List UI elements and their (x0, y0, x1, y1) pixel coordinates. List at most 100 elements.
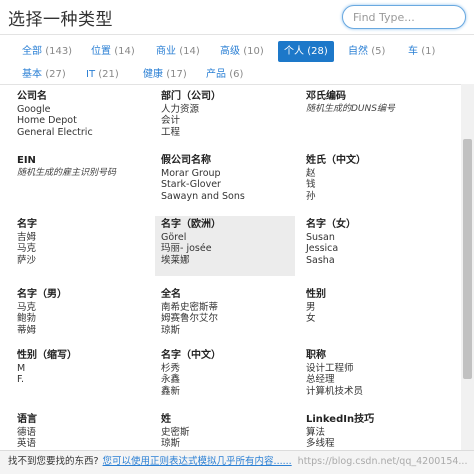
type-card-example: F. (17, 374, 24, 386)
type-card[interactable]: 名字（欧洲） Görel 玛丽- josée 埃莱娜 (155, 216, 295, 276)
filter-chip-all[interactable]: 全部 (143) (16, 41, 78, 62)
type-card-title: 名字（中文） (161, 350, 221, 361)
type-card-example: 马克 (17, 302, 37, 313)
type-card[interactable]: 公司名 Google Home Depot General Electric (17, 88, 157, 138)
type-card-title: 公司名 (17, 91, 47, 102)
type-card[interactable]: 名字 吉姆 马克 萨沙 (17, 216, 157, 266)
type-card-example: 随机生成的雇主识别号码 (17, 168, 117, 178)
type-card-example: 随机生成的DUNS编号 (306, 104, 395, 114)
type-card[interactable]: 邓氏编码 随机生成的DUNS编号 (306, 88, 446, 115)
type-card-example: 马克 (17, 243, 37, 255)
type-card[interactable]: 名字（女） Susan Jessica Sasha (306, 216, 446, 266)
type-card-title: 假公司名称 (161, 155, 211, 166)
filter-chip-label: 商业 (156, 46, 176, 57)
filter-chip-count: (10) (243, 46, 264, 57)
type-card-title: 职称 (306, 350, 326, 361)
type-card-example: 埃莱娜 (161, 254, 190, 266)
type-card-example: 琼斯 (161, 438, 181, 450)
search-box[interactable] (342, 5, 466, 29)
filter-chip-label: IT (86, 69, 96, 80)
filter-chip-count: (1) (421, 46, 436, 57)
type-card-title: 姓氏（中文） (306, 155, 366, 166)
dialog-header: 选择一种类型 (0, 0, 474, 34)
type-grid: 公司名 Google Home Depot General Electric 部门（公司… (0, 84, 461, 450)
type-card-example: 德语 (17, 427, 37, 438)
filter-chip-count: (143) (45, 46, 73, 57)
type-card[interactable]: 语言 德语 英语 (17, 411, 157, 450)
type-card[interactable]: 性别（缩写） M F. (17, 347, 157, 386)
type-card[interactable]: 假公司名称 Morar Group Stark-Glover Sawayn and S… (161, 152, 301, 202)
filter-chip-label: 高级 (220, 46, 240, 57)
filter-chip-product[interactable]: 产品 (6) (200, 64, 249, 85)
type-card-example: 工程 (161, 126, 181, 138)
scrollbar-thumb[interactable] (463, 139, 472, 379)
type-card-example: M (17, 363, 26, 374)
type-card[interactable]: 全名 南希史密斯蒂 姆赛鲁尔艾尔 琼斯 (161, 286, 301, 336)
type-card-example: Sasha (306, 254, 335, 266)
type-card-example: 算法 (306, 427, 326, 438)
type-card[interactable]: 部门（公司） 人力资源 会计 工程 (161, 88, 301, 138)
filter-chip-advanced[interactable]: 高级 (10) (214, 41, 270, 62)
type-card-title: 性别 (306, 289, 326, 300)
filter-chip-personal[interactable]: 个人 (28) (278, 41, 334, 62)
type-card[interactable]: 姓氏（中文） 赵钱孙 (306, 152, 446, 202)
filter-chip-label: 产品 (206, 69, 226, 80)
type-card-example: Görel (161, 232, 187, 243)
type-card-title: 名字 (17, 219, 37, 230)
type-card-example: 玛丽- josée (161, 243, 212, 255)
filter-chip-label: 位置 (91, 46, 111, 57)
watermark-text: https://blog.csdn.net/qq_4200154... (297, 456, 468, 467)
type-card-example: 史密斯 (161, 427, 190, 438)
type-card[interactable]: 名字（男） 马克 鲍勃 蒂姆 (17, 286, 157, 336)
type-card[interactable]: 名字（中文） 杉秀 永鑫 鑫新 (161, 347, 301, 397)
type-card-example: General Electric (17, 126, 93, 138)
type-card-example: Jessica (306, 243, 339, 255)
type-card-example: Morar Group (161, 168, 221, 179)
type-card-example: 多线程 (306, 438, 335, 450)
footer-question: 找不到您要找的东西? (8, 456, 99, 467)
type-card[interactable]: EIN 随机生成的雇主识别号码 (17, 152, 157, 179)
type-card-example: 琼斯 (161, 324, 181, 336)
filter-chip-label: 个人 (284, 46, 304, 57)
type-card-example: 计算机技术员 (306, 385, 364, 397)
type-card-example: 南希史密斯蒂 (161, 302, 219, 313)
type-card-example: 会计 (161, 115, 181, 127)
filter-chip-count: (5) (371, 46, 386, 57)
type-card-example: Sawayn and Sons (161, 190, 245, 202)
filter-chip-health[interactable]: 健康 (17) (137, 64, 193, 85)
filter-chip-car[interactable]: 车 (1) (402, 41, 441, 62)
type-card-example: 萨沙 (17, 254, 37, 266)
type-card-example: 赵 (306, 168, 316, 179)
type-card[interactable]: LinkedIn技巧 算法 多线程 (306, 411, 446, 450)
type-card-example: Google (17, 104, 51, 115)
type-card[interactable]: 性别男女 (306, 286, 446, 325)
type-card[interactable]: 职称 设计工程师 总经理 计算机技术员 (306, 347, 446, 397)
filter-chip-location[interactable]: 位置 (14) (85, 41, 141, 62)
dialog-title: 选择一种类型 (8, 10, 113, 30)
filter-chip-label: 全部 (22, 46, 42, 57)
filter-chip-count: (14) (114, 46, 135, 57)
type-card-title: 部门（公司） (161, 91, 221, 102)
regex-help-link[interactable]: 您可以使用正则表达式模拟几乎所有内容...... (103, 456, 292, 467)
type-card[interactable]: 姓史密斯 琼斯 (161, 411, 301, 450)
type-card-title: 语言 (17, 414, 37, 425)
scrollbar[interactable] (461, 84, 474, 450)
type-card-example: 鲍勃 (17, 313, 37, 325)
filter-chip-nature[interactable]: 自然 (5) (342, 41, 391, 62)
type-card-title: 名字（男） (17, 289, 67, 300)
type-card-example: 钱 (306, 179, 316, 191)
category-filter-bar: 全部 (143) 位置 (14) 商业 (14) 高级 (10) 个人 (28) 自然 (… (0, 34, 474, 84)
filter-chip-business[interactable]: 商业 (14) (150, 41, 206, 62)
type-card-title: 名字（女） (306, 219, 356, 230)
filter-chip-it[interactable]: IT (21) (80, 64, 125, 85)
type-card-example: Home Depot (17, 115, 77, 127)
filter-chip-count: (27) (45, 69, 66, 80)
type-card-example: 鑫新 (161, 385, 181, 397)
type-card-example: 杉秀 (161, 363, 181, 374)
filter-chip-label: 车 (408, 46, 418, 57)
type-card-example: 吉姆 (17, 232, 37, 243)
type-card-example: 蒂姆 (17, 324, 37, 336)
type-card-example: 男 (306, 302, 316, 313)
search-input[interactable] (353, 6, 455, 28)
filter-chip-basic[interactable]: 基本 (27) (16, 64, 72, 85)
